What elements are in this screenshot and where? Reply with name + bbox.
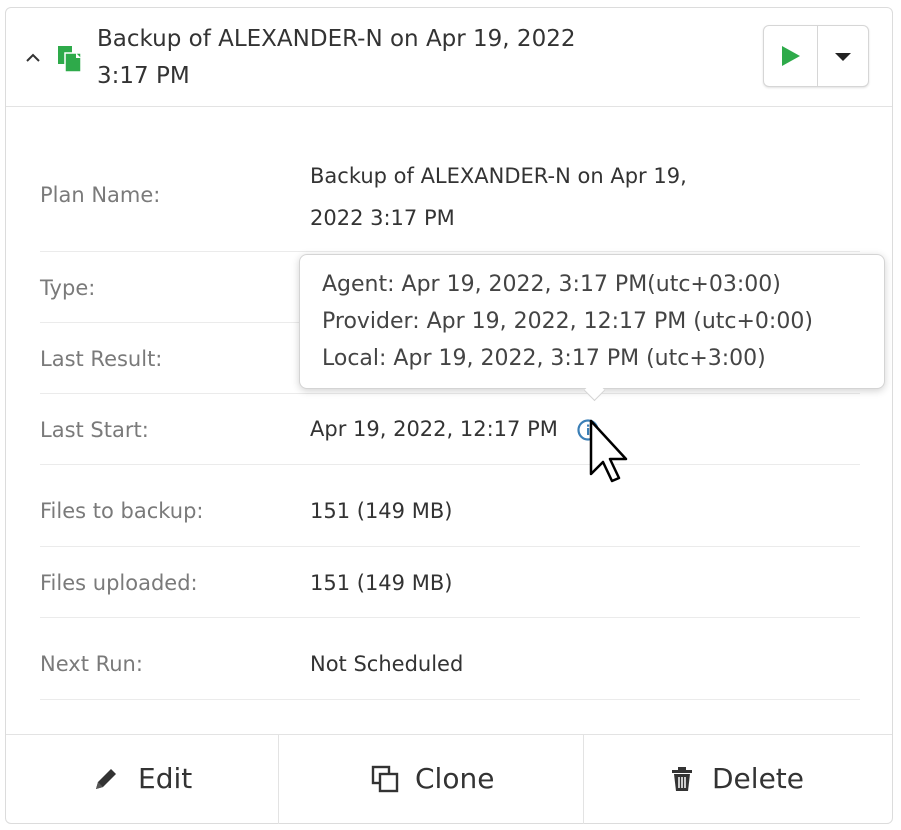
caret-down-icon [835,53,851,61]
plan-title-line2: 3:17 PM [97,63,190,89]
next-run-label: Next Run: [40,652,143,676]
delete-button[interactable]: Delete [584,735,892,824]
timezone-tooltip: Agent: Apr 19, 2022, 3:17 PM(utc+03:00) … [299,254,885,402]
type-label: Type: [40,276,96,300]
copy-icon [371,765,399,793]
files-uploaded-value: 151 (149 MB) [310,571,453,595]
plan-name-value-line2: 2022 3:17 PM [310,206,455,230]
card-footer: Edit Clone Delete [6,734,892,824]
card-header: Backup of ALEXANDER-N on Apr 19, 2022 3:… [6,8,892,107]
tooltip-local-time: Local: Apr 19, 2022, 3:17 PM (utc+3:00) [322,346,766,371]
chevron-up-icon[interactable] [23,48,43,68]
detail-row-files-uploaded: Files uploaded: 151 (149 MB) [40,547,860,618]
tooltip-provider-time: Provider: Apr 19, 2022, 12:17 PM (utc+0:… [322,309,813,334]
edit-button-label: Edit [138,762,193,795]
clone-button[interactable]: Clone [279,735,584,824]
edit-button[interactable]: Edit [6,735,279,824]
detail-row-last-start: Last Start: Apr 19, 2022, 12:17 PM [40,394,860,465]
plan-title-line1: Backup of ALEXANDER-N on Apr 19, 2022 [97,26,576,52]
last-start-value: Apr 19, 2022, 12:17 PM [310,417,558,441]
files-to-backup-label: Files to backup: [40,499,204,523]
last-result-label: Last Result: [40,347,163,371]
detail-row-next-run: Next Run: Not Scheduled [40,618,860,700]
detail-row-plan-name: Plan Name: Backup of ALEXANDER-N on Apr … [40,151,860,252]
run-button-group [763,25,869,87]
plan-title: Backup of ALEXANDER-N on Apr 19, 2022 3:… [97,21,657,95]
pencil-icon [96,769,116,789]
plan-name-label: Plan Name: [40,183,161,207]
delete-button-label: Delete [712,762,804,795]
detail-row-files-to-backup: Files to backup: 151 (149 MB) [40,465,860,547]
plan-name-value: Backup of ALEXANDER-N on Apr 19, 2022 3:… [310,155,687,239]
files-uploaded-label: Files uploaded: [40,571,198,595]
files-to-backup-value: 151 (149 MB) [310,499,453,523]
clone-button-label: Clone [415,762,495,795]
trash-icon [672,767,692,791]
plan-name-value-line1: Backup of ALEXANDER-N on Apr 19, [310,164,687,188]
info-icon[interactable] [576,418,600,442]
file-backup-icon [58,46,82,73]
run-options-dropdown-button[interactable] [818,26,868,86]
last-start-label: Last Start: [40,418,149,442]
backup-plan-card: Backup of ALEXANDER-N on Apr 19, 2022 3:… [5,7,893,824]
play-icon [782,46,800,66]
tooltip-agent-time: Agent: Apr 19, 2022, 3:17 PM(utc+03:00) [322,272,781,297]
next-run-value: Not Scheduled [310,652,464,676]
run-button[interactable] [764,26,818,86]
